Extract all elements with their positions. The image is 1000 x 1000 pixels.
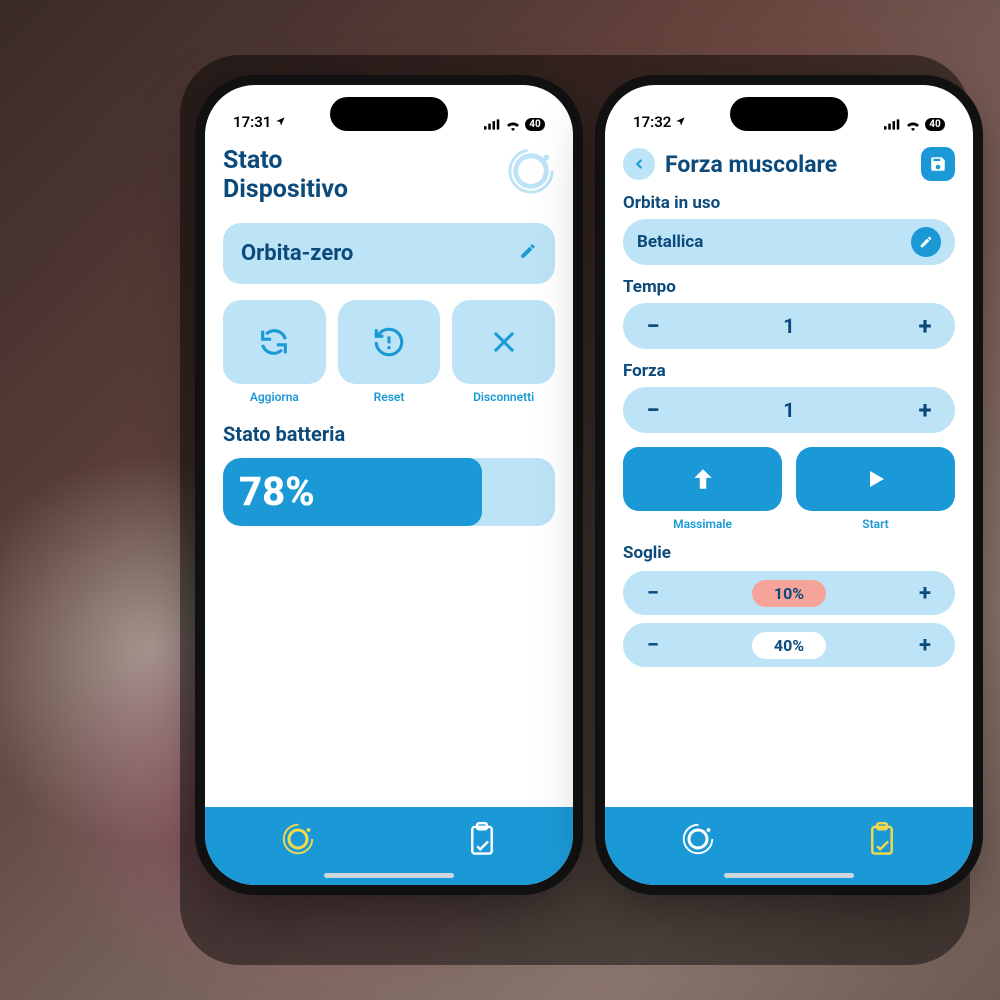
tempo-value: 1 — [783, 314, 794, 338]
forza-label: Forza — [623, 361, 955, 381]
edit-orbit-button[interactable] — [911, 227, 941, 257]
threshold1-decrement[interactable]: − — [641, 581, 665, 606]
threshold2-increment[interactable]: + — [913, 633, 937, 658]
orbit-icon — [280, 821, 316, 857]
tab-reports[interactable] — [466, 822, 498, 860]
tempo-label: Tempo — [623, 277, 955, 297]
orbit-in-use-label: Orbita in uso — [623, 193, 955, 213]
maximal-label: Massimale — [673, 517, 732, 531]
device-name: Orbita-zero — [241, 241, 353, 266]
battery-state-label: Stato batteria — [223, 422, 555, 446]
arrow-up-icon — [690, 464, 716, 494]
battery-percentage: 78% — [239, 468, 315, 515]
orbit-selector[interactable]: Betallica — [623, 219, 955, 265]
cellular-icon — [884, 119, 901, 130]
play-icon — [864, 466, 888, 492]
device-status-screen: 17:31 40 Stato Dispositivo Orbita-zero — [205, 85, 573, 885]
forza-increment[interactable]: + — [913, 398, 937, 422]
location-icon — [675, 116, 686, 127]
threshold2-value: 40% — [752, 632, 826, 659]
battery-bar: 78% — [223, 458, 555, 526]
status-battery-badge: 40 — [525, 118, 545, 131]
threshold-2-stepper: − 40% + — [623, 623, 955, 667]
reset-label: Reset — [374, 390, 405, 404]
home-indicator[interactable] — [724, 873, 854, 878]
thresholds-label: Soglie — [623, 543, 955, 563]
clipboard-icon — [866, 822, 898, 856]
pencil-icon — [919, 235, 933, 249]
phone-notch — [330, 97, 448, 131]
location-icon — [275, 116, 286, 127]
chevron-left-icon — [632, 157, 646, 171]
threshold1-value: 10% — [752, 580, 826, 607]
start-button[interactable] — [796, 447, 955, 511]
tempo-decrement[interactable]: − — [641, 314, 665, 338]
save-icon — [929, 155, 947, 173]
orbit-logo-icon — [507, 147, 555, 195]
phone-notch — [730, 97, 848, 131]
orbit-icon — [680, 821, 716, 857]
wifi-icon — [905, 119, 921, 131]
status-time: 17:31 — [233, 113, 271, 131]
pencil-icon[interactable] — [519, 242, 537, 264]
tempo-increment[interactable]: + — [913, 314, 937, 338]
cellular-icon — [484, 119, 501, 130]
threshold2-decrement[interactable]: − — [641, 633, 665, 658]
device-card[interactable]: Orbita-zero — [223, 223, 555, 284]
reset-button[interactable] — [338, 300, 441, 384]
back-button[interactable] — [623, 148, 655, 180]
disconnect-button[interactable] — [452, 300, 555, 384]
status-time: 17:32 — [633, 113, 671, 131]
refresh-icon — [257, 325, 291, 359]
refresh-label: Aggiorna — [250, 390, 299, 404]
clipboard-icon — [466, 822, 498, 856]
save-button[interactable] — [921, 147, 955, 181]
reset-icon — [372, 325, 406, 359]
forza-decrement[interactable]: − — [641, 398, 665, 422]
status-battery-badge: 40 — [925, 118, 945, 131]
wifi-icon — [505, 119, 521, 131]
muscle-force-screen: 17:32 40 Forza muscolare Orbita in uso B… — [605, 85, 973, 885]
start-label: Start — [862, 517, 888, 531]
threshold-1-stepper: − 10% + — [623, 571, 955, 615]
threshold1-increment[interactable]: + — [913, 581, 937, 606]
forza-stepper: − 1 + — [623, 387, 955, 433]
refresh-button[interactable] — [223, 300, 326, 384]
tempo-stepper: − 1 + — [623, 303, 955, 349]
tab-device[interactable] — [680, 821, 716, 861]
page-title: Stato Dispositivo — [223, 147, 348, 205]
disconnect-label: Disconnetti — [473, 390, 534, 404]
maximal-button[interactable] — [623, 447, 782, 511]
tab-reports[interactable] — [866, 822, 898, 860]
orbit-value: Betallica — [637, 232, 703, 252]
page-title: Forza muscolare — [665, 151, 911, 178]
forza-value: 1 — [783, 398, 794, 422]
close-icon — [490, 328, 518, 356]
home-indicator[interactable] — [324, 873, 454, 878]
tab-device[interactable] — [280, 821, 316, 861]
